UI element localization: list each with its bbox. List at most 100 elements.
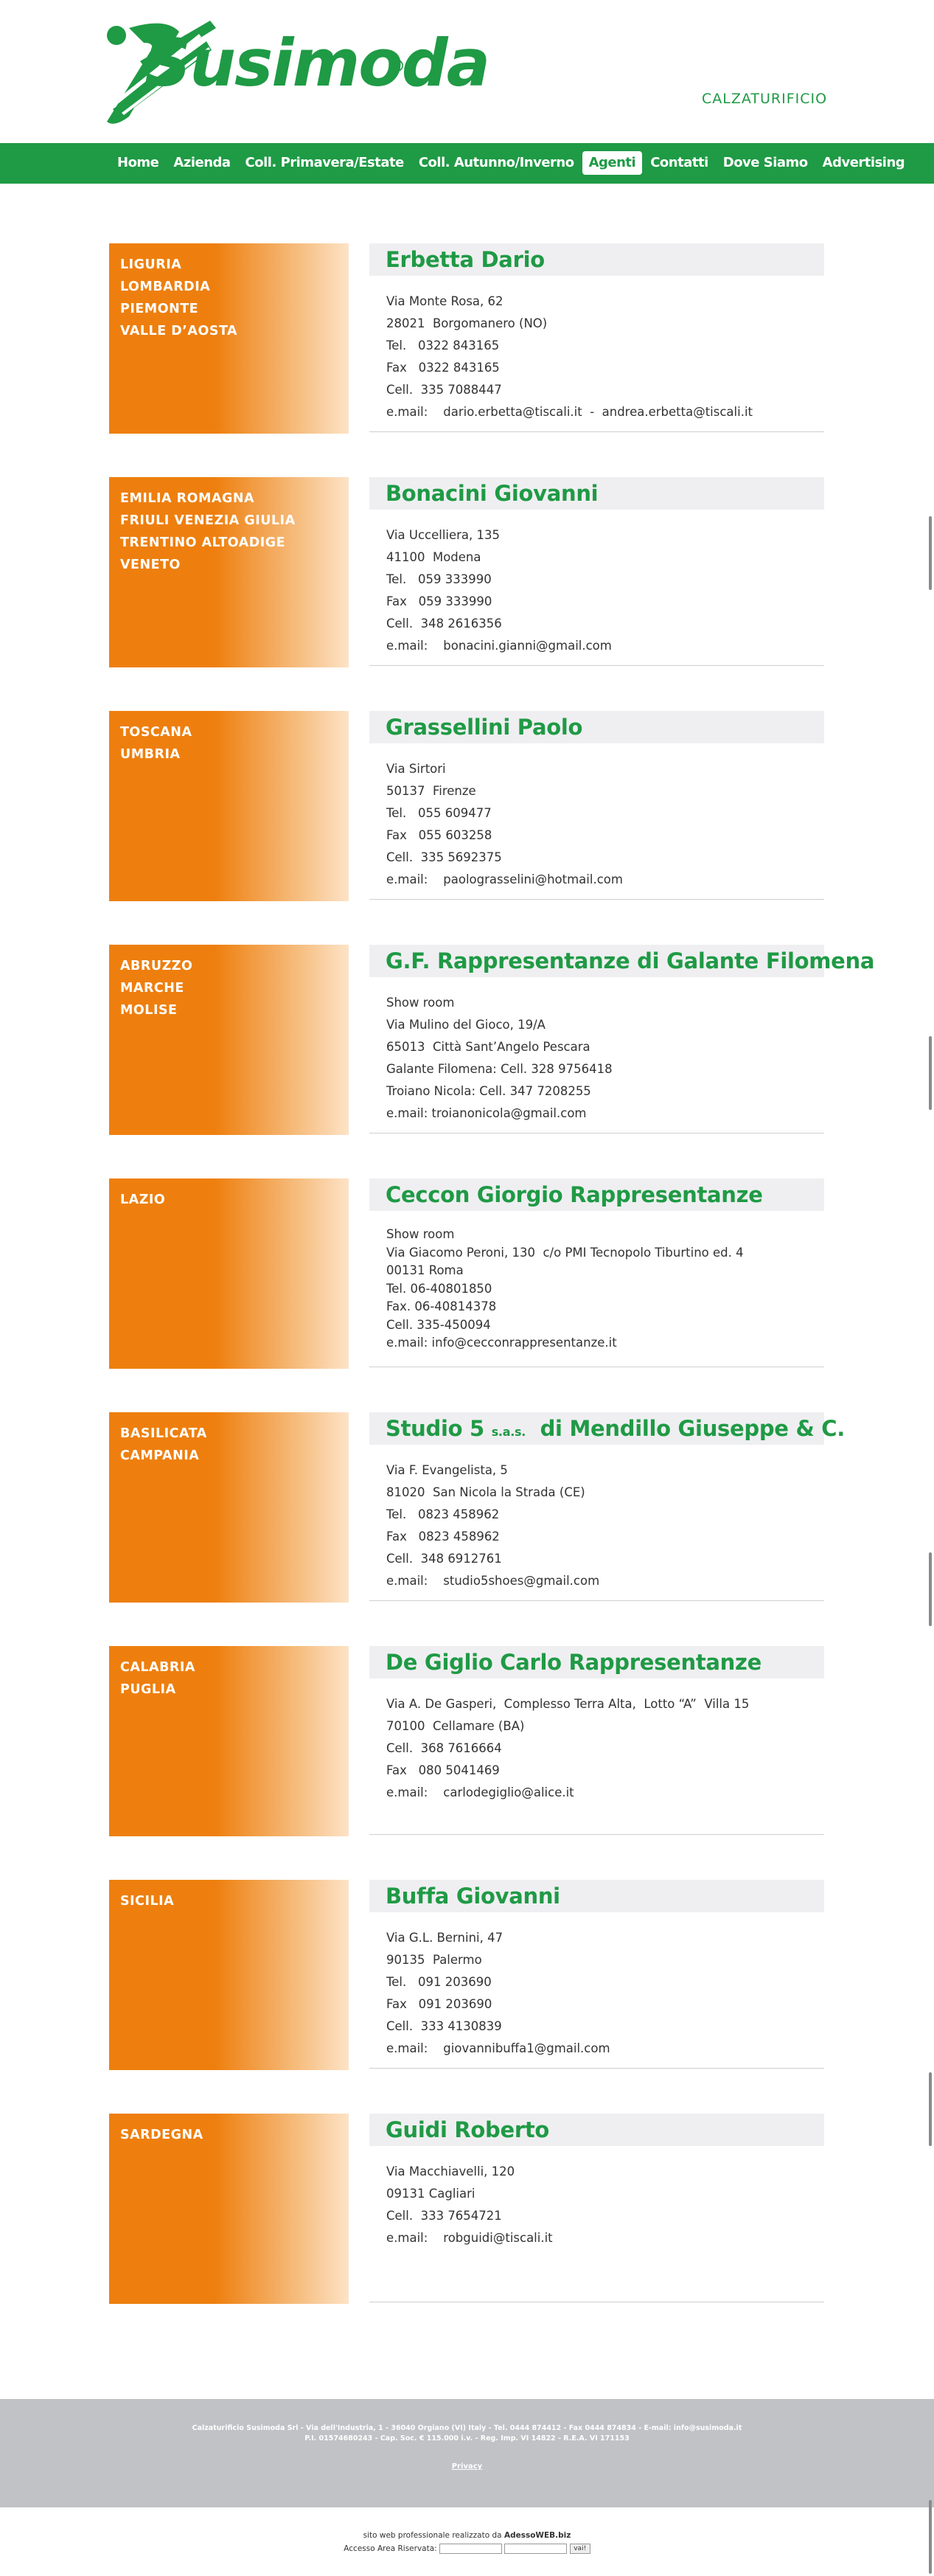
agent-name-part: Studio 5 <box>386 1416 492 1441</box>
region-name: EMILIA ROMAGNA <box>120 491 255 506</box>
agent-name: De Giglio Carlo Rappresentanze <box>386 1650 762 1675</box>
region-name: MOLISE <box>120 1003 178 1018</box>
contact-line: 81020 San Nicola la Strada (CE) <box>386 1485 585 1499</box>
agent-card: SARDEGNA Guidi Roberto Via Macchiavelli, 1… <box>109 2114 824 2304</box>
region-name: UMBRIA <box>120 747 181 762</box>
contact-line: 28021 Borgomanero (NO) <box>386 316 548 330</box>
contact-line: Fax 055 603258 <box>386 828 492 842</box>
nav-item-dove-siamo[interactable]: Dove Siamo <box>717 151 815 175</box>
contact-line: Cell. 333 7654721 <box>386 2209 502 2223</box>
region-panel: SARDEGNA <box>109 2114 349 2304</box>
nav-item-agenti[interactable]: Agenti <box>582 151 643 175</box>
contact-line: e.mail: robguidi@tiscali.it <box>386 2231 553 2245</box>
region-name: TRENTINO ALTOADIGE <box>120 535 286 550</box>
region-name: LIGURIA <box>120 257 182 272</box>
region-name: ABRUZZO <box>120 959 193 973</box>
agent-card: LIGURIA LOMBARDIA PIEMONTE VALLE D’AOSTA Erb… <box>109 243 824 434</box>
region-name: BASILICATA <box>120 1426 207 1441</box>
region-name: PUGLIA <box>120 1682 176 1697</box>
agent-name-bar: De Giglio Carlo Rappresentanze <box>369 1646 824 1678</box>
agent-contact-details: Via F. Evangelista, 5 81020 San Nicola la… <box>386 1459 599 1592</box>
scrollbar-thumb[interactable] <box>929 2072 932 2146</box>
nav-item-primavera-estate[interactable]: Coll. Primavera/Estate <box>239 151 411 175</box>
scrollbar-thumb[interactable] <box>929 516 932 590</box>
agent-contact-details: Via Monte Rosa, 62 28021 Borgomanero (NO)… <box>386 291 753 423</box>
region-name: CALABRIA <box>120 1660 195 1675</box>
agent-card: TOSCANA UMBRIA Grassellini Paolo Via Sirtor… <box>109 711 824 901</box>
company-type: s.a.s. <box>491 1425 526 1439</box>
contact-line: Tel. 06-40801850 <box>386 1281 492 1296</box>
agent-name: Ceccon Giorgio Rappresentanze <box>386 1182 763 1207</box>
agent-name-bar: Grassellini Paolo <box>369 711 824 743</box>
region-name: SARDEGNA <box>120 2128 203 2142</box>
contact-line: Galante Filomena: Cell. 328 9756418 <box>386 1062 613 1076</box>
contact-line: Cell. 335 7088447 <box>386 383 502 397</box>
username-input[interactable] <box>439 2544 503 2554</box>
nav-item-autunno-inverno[interactable]: Coll. Autunno/Inverno <box>412 151 581 175</box>
contact-line: Fax 080 5041469 <box>386 1763 500 1777</box>
privacy-link[interactable]: Privacy <box>0 2462 934 2471</box>
agent-name: Erbetta Dario <box>386 247 545 272</box>
go-button[interactable]: vai! <box>569 2544 590 2554</box>
nav-item-advertising[interactable]: Advertising <box>816 151 912 175</box>
region-name: VALLE D’AOSTA <box>120 324 238 339</box>
credits-text: sito web professionale realizzato da <box>363 2531 504 2540</box>
nav-menu: Home Azienda Coll. Primavera/Estate Coll… <box>111 151 913 175</box>
agent-name: Studio 5 s.a.s. di Mendillo Giuseppe & C… <box>386 1416 845 1441</box>
scrollbar-thumb[interactable] <box>929 2500 932 2574</box>
region-panel: TOSCANA UMBRIA <box>109 711 349 901</box>
agent-card: BASILICATA CAMPANIA Studio 5 s.a.s. di Men… <box>109 1412 845 1603</box>
region-list: SICILIA <box>120 1890 174 1912</box>
divider <box>369 1834 824 1835</box>
region-list: LAZIO <box>120 1189 165 1211</box>
agent-name-bar: Bonacini Giovanni <box>369 477 824 510</box>
contact-line: Via Mulino del Gioco, 19/A <box>386 1018 546 1032</box>
contact-line: Fax. 06-40814378 <box>386 1299 497 1313</box>
credits-line: sito web professionale realizzato da Ade… <box>0 2531 934 2540</box>
nav-item-contatti[interactable]: Contatti <box>644 151 715 175</box>
contact-line: e.mail: info@cecconrappresentanze.it <box>386 1336 617 1350</box>
divider <box>369 2068 824 2069</box>
footer-legal-line: P.I. 01574680243 - Cap. Soc. € 115.000 i… <box>304 2434 630 2443</box>
contact-line: e.mail: studio5shoes@gmail.com <box>386 1574 600 1588</box>
contact-line: 65013 Città Sant’Angelo Pescara <box>386 1040 590 1054</box>
region-name: TOSCANA <box>120 725 192 740</box>
nav-item-home[interactable]: Home <box>111 151 165 175</box>
agent-name-bar: G.F. Rappresentanze di Galante Filomena <box>369 945 874 977</box>
contact-line: Fax 0823 458962 <box>386 1530 500 1544</box>
agent-name-part: di Mendillo Giuseppe & C. <box>525 1416 846 1441</box>
scrollbar-thumb[interactable] <box>929 1552 932 1626</box>
region-panel: LIGURIA LOMBARDIA PIEMONTE VALLE D’AOSTA <box>109 243 349 434</box>
contact-line: Via F. Evangelista, 5 <box>386 1463 508 1477</box>
reserved-area-label: Accesso Area Riservata: <box>344 2544 440 2553</box>
agent-name: Buffa Giovanni <box>386 1884 560 1909</box>
footer-address-line: Calzaturificio Susimoda Srl - Via dell'I… <box>192 2424 742 2432</box>
contact-line: 70100 Cellamare (BA) <box>386 1719 525 1733</box>
contact-line: 90135 Palermo <box>386 1953 482 1967</box>
scrollbar-thumb[interactable] <box>929 1036 932 1110</box>
divider <box>369 899 824 900</box>
contact-line: e.mail: carlodegiglio@alice.it <box>386 1785 574 1799</box>
nav-item-azienda[interactable]: Azienda <box>167 151 237 175</box>
contact-line: Via Uccelliera, 135 <box>386 528 501 542</box>
agent-name-bar: Studio 5 s.a.s. di Mendillo Giuseppe & C… <box>369 1412 845 1445</box>
agent-contact-details: Via A. De Gasperi, Complesso Terra Alta,… <box>386 1693 749 1804</box>
site-header: Susimoda ® CALZATURIFICIO <box>0 0 934 143</box>
credits-link[interactable]: AdessoWEB.biz <box>504 2531 571 2540</box>
agent-card: SICILIA Buffa Giovanni Via G.L. Bernini, 4… <box>109 1880 824 2070</box>
region-panel: SICILIA <box>109 1880 349 2070</box>
agent-name-bar: Erbetta Dario <box>369 243 824 276</box>
agent-name-bar: Guidi Roberto <box>369 2114 824 2146</box>
contact-line: Via Macchiavelli, 120 <box>386 2164 515 2179</box>
divider <box>369 431 824 432</box>
contact-line: e.mail: giovannibuffa1@gmail.com <box>386 2041 610 2055</box>
divider <box>369 1600 824 1601</box>
contact-line: Show room <box>386 996 455 1010</box>
password-input[interactable] <box>504 2544 568 2554</box>
region-name: VENETO <box>120 558 181 572</box>
region-list: EMILIA ROMAGNA FRIULI VENEZIA GIULIA TRENT… <box>120 487 296 576</box>
region-list: CALABRIA PUGLIA <box>120 1656 195 1701</box>
footer-company-info: Calzaturificio Susimoda Srl - Via dell'I… <box>0 2423 934 2444</box>
agent-name: Guidi Roberto <box>386 2117 550 2142</box>
contact-line: Cell. 368 7616664 <box>386 1741 502 1755</box>
